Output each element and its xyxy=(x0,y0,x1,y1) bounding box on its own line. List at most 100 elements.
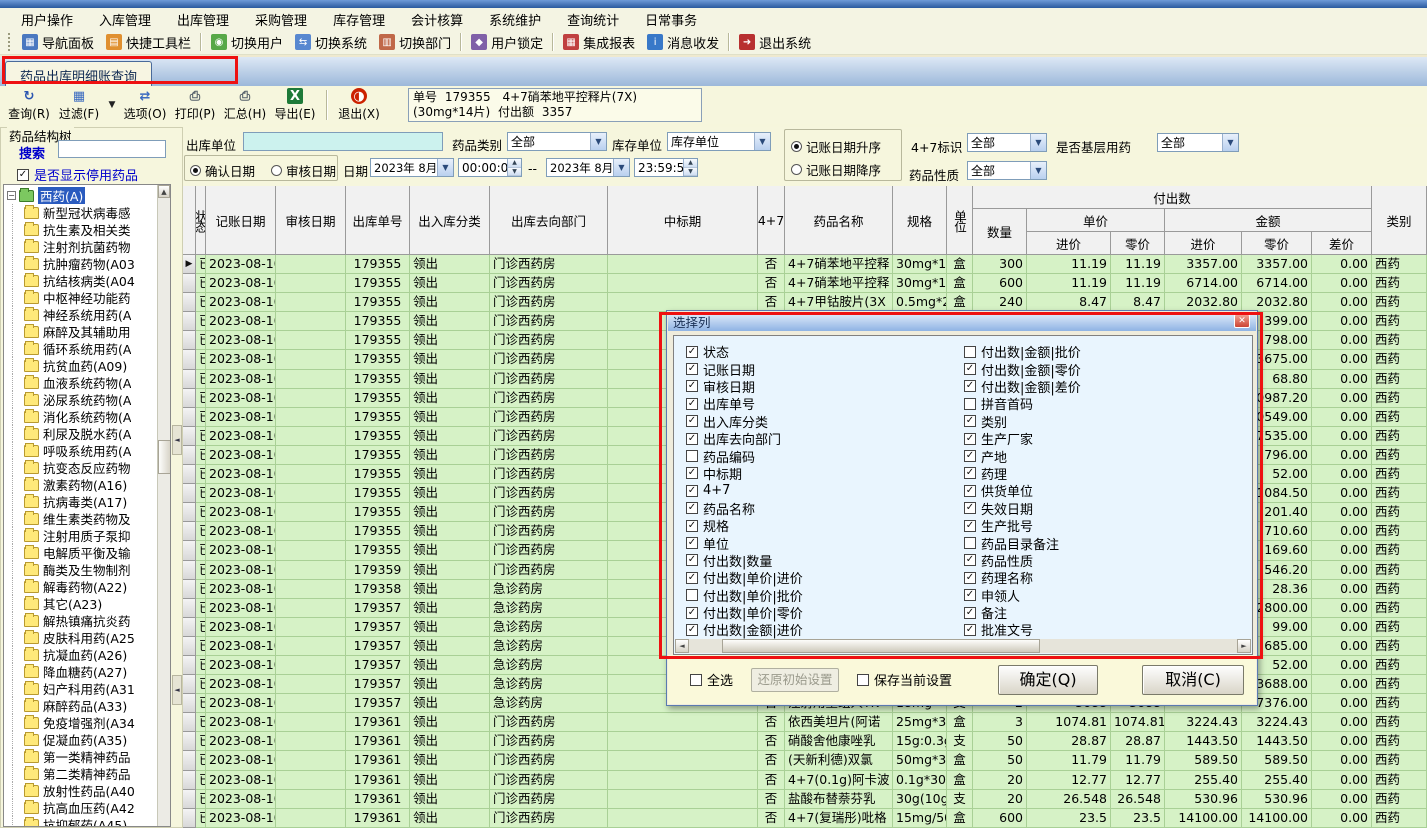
row-selector[interactable] xyxy=(183,465,196,485)
tree-item-抗抑郁药(A45)[interactable]: 抗抑郁药(A45) xyxy=(6,816,154,826)
menu-item-系统维护[interactable]: 系统维护 xyxy=(476,8,554,31)
tree-item-第一类精神药品[interactable]: 第一类精神药品 xyxy=(6,748,154,765)
column-option-药理[interactable]: ✓ 药理 xyxy=(964,465,1081,483)
column-option-拼音首码[interactable]: 拼音首码 xyxy=(964,395,1081,413)
column-option-付出数|数量[interactable]: ✓ 付出数|数量 xyxy=(686,552,803,570)
toolbar-button-集成报表[interactable]: ▦ 集成报表 xyxy=(557,33,641,52)
chevron-down-icon[interactable]: ▼ xyxy=(754,133,770,150)
tree-item-中枢神经功能药[interactable]: 中枢神经功能药 xyxy=(6,289,154,306)
sort-asc-radio[interactable]: 记账日期升序 xyxy=(791,137,881,156)
chevron-down-icon[interactable]: ▼ xyxy=(1030,134,1046,151)
column-header-qty[interactable]: 数量 xyxy=(973,209,1027,255)
column-option-付出数|单价|进价[interactable]: ✓ 付出数|单价|进价 xyxy=(686,569,803,587)
tree-item-抗高血压药(A42[interactable]: 抗高血压药(A42 xyxy=(6,799,154,816)
stock-unit-select[interactable]: 库存单位 ▼ xyxy=(667,132,771,151)
menu-item-入库管理[interactable]: 入库管理 xyxy=(86,8,164,31)
tree-item-电解质平衡及输[interactable]: 电解质平衡及输 xyxy=(6,544,154,561)
tree-item-新型冠状病毒感[interactable]: 新型冠状病毒感 xyxy=(6,204,154,221)
row-selector[interactable] xyxy=(183,789,196,809)
tab-drug-outbound-query[interactable]: 药品出库明细账查询 xyxy=(5,61,153,87)
table-row[interactable]: 已2023-08-10 179361领出门诊西药房 否4+7(0.1g)阿卡波0.1… xyxy=(183,770,1427,790)
tree-item-麻醉药品(A33)[interactable]: 麻醉药品(A33) xyxy=(6,697,154,714)
column-option-审核日期[interactable]: ✓ 审核日期 xyxy=(686,378,803,396)
row-selector[interactable] xyxy=(183,350,196,370)
tree-item-呼吸系统用药(A[interactable]: 呼吸系统用药(A xyxy=(6,442,154,459)
column-header-amount[interactable]: 金额 xyxy=(1165,209,1372,232)
row-selector[interactable] xyxy=(183,560,196,580)
row-selector[interactable] xyxy=(183,484,196,504)
column-option-记账日期[interactable]: ✓ 记账日期 xyxy=(686,360,803,379)
spinner-arrows-icon[interactable]: ▲ ▼ xyxy=(507,159,521,176)
c47-flag-select[interactable]: 全部 ▼ xyxy=(967,133,1047,152)
tree-item-解热镇痛抗炎药[interactable]: 解热镇痛抗炎药 xyxy=(6,612,154,629)
tree-item-神经系统用药(A[interactable]: 神经系统用药(A xyxy=(6,306,154,323)
column-option-付出数|金额|零价[interactable]: ✓ 付出数|金额|零价 xyxy=(964,360,1081,379)
column-option-4+7[interactable]: ✓ 4+7 xyxy=(686,482,803,499)
row-selector[interactable] xyxy=(183,312,196,332)
row-selector[interactable] xyxy=(183,426,196,446)
tree-item-皮肤科用药(A25[interactable]: 皮肤科用药(A25 xyxy=(6,629,154,646)
column-option-供货单位[interactable]: ✓ 供货单位 xyxy=(964,482,1081,500)
column-option-药品目录备注[interactable]: 药品目录备注 xyxy=(964,534,1081,553)
row-selector[interactable] xyxy=(183,598,196,618)
column-option-付出数|金额|进价[interactable]: ✓ 付出数|金额|进价 xyxy=(686,621,803,639)
row-selector[interactable] xyxy=(183,770,196,790)
column-option-单位[interactable]: ✓ 单位 xyxy=(686,534,803,553)
column-option-产地[interactable]: ✓ 产地 xyxy=(964,447,1081,466)
scroll-right-icon[interactable]: ► xyxy=(1237,639,1251,653)
row-selector[interactable] xyxy=(183,636,196,656)
dialog-titlebar[interactable]: 选择列 xyxy=(668,312,1256,331)
tree-item-促凝血药(A35)[interactable]: 促凝血药(A35) xyxy=(6,731,154,748)
search-input[interactable] xyxy=(58,140,166,158)
column-option-出入库分类[interactable]: ✓ 出入库分类 xyxy=(686,413,803,431)
table-row[interactable]: 已2023-08-10 179361领出门诊西药房 否依西美坦片(阿诺25mg*30… xyxy=(183,713,1427,733)
splitter-collapse-button[interactable]: ◄ xyxy=(172,425,182,455)
chevron-down-icon[interactable]: ▼ xyxy=(437,159,453,176)
column-option-药品编码[interactable]: 药品编码 xyxy=(686,447,803,466)
toolbar-button-切换部门[interactable]: ▥ 切换部门 xyxy=(373,33,457,52)
column-header-order[interactable]: 出库单号 xyxy=(346,186,410,255)
row-selector[interactable] xyxy=(183,713,196,733)
splitter-collapse-button[interactable]: ◄ xyxy=(172,675,182,705)
menu-item-库存管理[interactable]: 库存管理 xyxy=(320,8,398,31)
date-to-picker[interactable]: 2023年 8月10日 ▼ xyxy=(546,158,630,177)
spinner-arrows-icon[interactable]: ▲ ▼ xyxy=(683,159,697,176)
row-selector[interactable] xyxy=(183,331,196,351)
toolbar-button-选项(O)[interactable]: ⇄ 选项(O) xyxy=(120,86,170,124)
column-header-payout[interactable]: 付出数 xyxy=(973,186,1372,209)
tree-item-循环系统用药(A[interactable]: 循环系统用药(A xyxy=(6,340,154,357)
toolbar-button-切换用户[interactable]: ◉ 切换用户 xyxy=(205,33,289,52)
column-header-dept[interactable]: 出库去向部门 xyxy=(490,186,608,255)
tree-item-注射剂抗菌药物[interactable]: 注射剂抗菌药物 xyxy=(6,238,154,255)
table-row[interactable]: 已2023-08-10 179355领出门诊西药房 否4+7硝苯地平控释30mg*1… xyxy=(183,274,1427,294)
tree-item-酶类及生物制剂[interactable]: 酶类及生物制剂 xyxy=(6,561,154,578)
chevron-down-icon[interactable]: ▼ xyxy=(1222,134,1238,151)
scroll-left-icon[interactable]: ◄ xyxy=(675,639,689,653)
tree-item-抗凝血药(A26)[interactable]: 抗凝血药(A26) xyxy=(6,646,154,663)
tree-collapse-icon[interactable]: − xyxy=(7,191,16,200)
scrollbar-thumb[interactable] xyxy=(158,440,170,474)
tree-item-抗贫血药(A09)[interactable]: 抗贫血药(A09) xyxy=(6,357,154,374)
row-selector[interactable]: ▶ xyxy=(183,255,196,275)
tree-item-放射性药品(A40[interactable]: 放射性药品(A40 xyxy=(6,782,154,799)
tree-item-利尿及脱水药(A[interactable]: 利尿及脱水药(A xyxy=(6,425,154,442)
column-option-生产厂家[interactable]: ✓ 生产厂家 xyxy=(964,430,1081,448)
column-header-amt-in[interactable]: 进价 xyxy=(1165,232,1242,255)
column-header-price-in[interactable]: 进价 xyxy=(1027,232,1111,255)
tree-item-抗结核病类(A04[interactable]: 抗结核病类(A04 xyxy=(6,272,154,289)
column-header-audit[interactable]: 审核日期 xyxy=(276,186,346,255)
toolbar-button-切换系统[interactable]: ⇆ 切换系统 xyxy=(289,33,373,52)
toolbar-button-查询(R)[interactable]: ↻ 查询(R) xyxy=(4,86,54,124)
toolbar-button-用户锁定[interactable]: ◆ 用户锁定 xyxy=(465,33,549,52)
column-header-date[interactable]: 记账日期 xyxy=(206,186,276,255)
column-option-付出数|单价|零价[interactable]: ✓ 付出数|单价|零价 xyxy=(686,604,803,622)
toolbar-button-导航面板[interactable]: ▦ 导航面板 xyxy=(16,33,100,52)
tree-item-泌尿系统药物(A[interactable]: 泌尿系统药物(A xyxy=(6,391,154,408)
tree-item-注射用质子泵抑[interactable]: 注射用质子泵抑 xyxy=(6,527,154,544)
chevron-down-icon[interactable]: ▼ xyxy=(590,133,606,150)
table-row[interactable]: 已2023-08-10 179361领出门诊西药房 否硝酸舍他康唑乳15g:0.3g… xyxy=(183,732,1427,752)
table-row[interactable]: 已2023-08-10 179361领出门诊西药房 否(天新利德)双氯50mg*30… xyxy=(183,751,1427,771)
tree-item-降血糖药(A27)[interactable]: 降血糖药(A27) xyxy=(6,663,154,680)
row-selector[interactable] xyxy=(183,751,196,771)
cancel-button[interactable]: 取消(C) xyxy=(1142,664,1245,695)
